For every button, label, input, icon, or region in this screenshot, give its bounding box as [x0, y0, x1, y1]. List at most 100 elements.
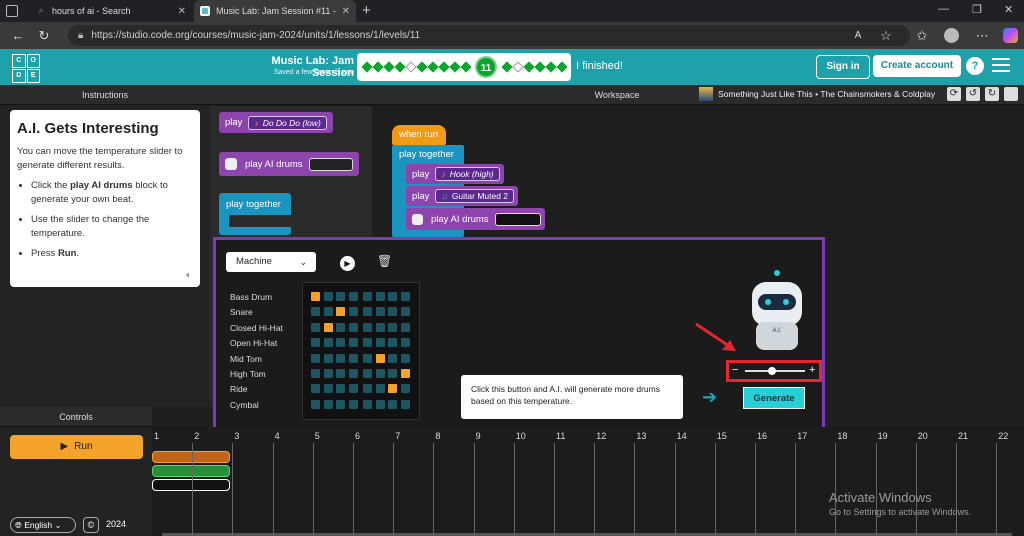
drum-step-cell[interactable]: [348, 307, 358, 317]
speaker-icon[interactable]: 🔈︎: [186, 270, 192, 281]
drum-step-cell[interactable]: [311, 353, 320, 363]
refresh-workspace-icon[interactable]: ⟳: [947, 87, 961, 101]
level-bubble[interactable]: [545, 61, 557, 73]
copilot-icon[interactable]: [1003, 28, 1018, 43]
drum-step-cell[interactable]: [336, 369, 345, 378]
drum-step-cell[interactable]: [363, 292, 372, 301]
drum-step-cell[interactable]: [311, 307, 320, 317]
drum-step-cell[interactable]: [323, 399, 333, 409]
drum-step-cell[interactable]: [375, 369, 385, 378]
sign-in-button[interactable]: Sign in: [816, 55, 870, 79]
drum-step-cell[interactable]: [388, 369, 397, 378]
read-aloud-icon[interactable]: A: [848, 26, 868, 46]
drum-step-cell[interactable]: [363, 307, 372, 317]
drum-step-cell[interactable]: [311, 369, 320, 378]
level-bubble[interactable]: [512, 61, 524, 73]
minimize-icon[interactable]: —: [938, 3, 949, 15]
drum-step-cell[interactable]: [400, 338, 410, 348]
drum-step-cell[interactable]: [363, 384, 372, 394]
drum-step-cell[interactable]: [388, 353, 397, 363]
drum-step-cell[interactable]: [375, 322, 385, 332]
when-run-block[interactable]: when run: [392, 125, 446, 145]
drum-step-cell[interactable]: [336, 399, 345, 409]
redo-icon[interactable]: ↻: [985, 87, 999, 101]
slider-thumb[interactable]: [768, 367, 776, 375]
drum-step-cell[interactable]: [348, 338, 358, 348]
close-tab-icon[interactable]: ✕: [178, 6, 186, 17]
drum-step-cell[interactable]: [400, 292, 410, 301]
drum-step-cell[interactable]: [336, 292, 345, 301]
drum-step-cell[interactable]: [311, 292, 320, 301]
drum-step-cell[interactable]: [348, 399, 358, 409]
drum-step-cell[interactable]: [336, 338, 345, 348]
restore-icon[interactable]: ❐: [972, 3, 982, 16]
level-bubble[interactable]: [416, 61, 428, 73]
play-ai-drums-block[interactable]: play AI drums: [406, 208, 545, 230]
drum-step-cell[interactable]: [348, 369, 358, 378]
temperature-slider[interactable]: [745, 367, 805, 375]
drum-step-cell[interactable]: [375, 307, 385, 317]
drum-step-cell[interactable]: [375, 292, 385, 301]
toolbox-play-block[interactable]: play ♪ Do Do Do (low): [219, 112, 333, 133]
drum-step-cell[interactable]: [311, 399, 320, 409]
language-select[interactable]: 🌐︎ English ⌄: [10, 517, 76, 533]
level-bubble[interactable]: [361, 61, 373, 73]
drum-step-cell[interactable]: [388, 399, 397, 409]
close-window-icon[interactable]: ✕: [1004, 3, 1013, 16]
level-bubble[interactable]: [449, 61, 461, 73]
drum-step-cell[interactable]: [348, 384, 358, 394]
drum-step-cell[interactable]: [375, 399, 385, 409]
level-bubble[interactable]: [427, 61, 439, 73]
drum-step-cell[interactable]: [388, 384, 397, 394]
level-bubble[interactable]: [438, 61, 450, 73]
plus-icon[interactable]: +: [809, 364, 815, 376]
tab-actions-icon[interactable]: [6, 5, 18, 17]
drum-step-cell[interactable]: [336, 384, 345, 394]
drum-step-cell[interactable]: [336, 322, 345, 332]
drum-step-cell[interactable]: [363, 399, 372, 409]
drum-pattern-field[interactable]: [494, 212, 541, 226]
drum-step-cell[interactable]: [323, 353, 333, 363]
song-title[interactable]: Something Just Like This • The Chainsmok…: [718, 89, 935, 99]
level-bubble[interactable]: [460, 61, 472, 73]
drum-step-cell[interactable]: [348, 292, 358, 301]
trash-icon[interactable]: 🗑︎: [377, 254, 392, 268]
drum-step-cell[interactable]: [400, 353, 410, 363]
copyright-icon[interactable]: ©: [83, 517, 99, 533]
level-bubble[interactable]: [523, 61, 535, 73]
level-bubble[interactable]: [383, 61, 395, 73]
drum-step-cell[interactable]: [400, 322, 410, 332]
new-tab-icon[interactable]: +: [362, 2, 371, 19]
drum-step-cell[interactable]: [311, 384, 320, 394]
drum-step-cell[interactable]: [336, 353, 345, 363]
favorite-star-icon[interactable]: ☆: [876, 26, 896, 46]
drum-step-cell[interactable]: [388, 338, 397, 348]
drum-step-cell[interactable]: [323, 369, 333, 378]
drum-step-cell[interactable]: [388, 292, 397, 301]
drum-step-cell[interactable]: [400, 399, 410, 409]
drum-step-cell[interactable]: [375, 384, 385, 394]
close-tab-icon[interactable]: ✕: [342, 6, 350, 17]
more-menu-icon[interactable]: ⋯: [972, 26, 992, 46]
sound-pill[interactable]: ♪ Do Do Do (low): [248, 115, 327, 130]
timeline[interactable]: [152, 427, 1024, 536]
drum-step-cell[interactable]: [323, 292, 333, 301]
drum-step-cell[interactable]: [400, 384, 410, 394]
drum-step-cell[interactable]: [323, 338, 333, 348]
favorites-icon[interactable]: ✩: [912, 26, 932, 46]
url-field[interactable]: 🔒︎ https://studio.code.org/courses/music…: [68, 25, 910, 46]
drum-step-cell[interactable]: [323, 322, 333, 332]
browser-tab-search[interactable]: ⌕ hours of ai - Search ✕: [30, 0, 192, 22]
minus-icon[interactable]: −: [732, 364, 738, 376]
timeline-clip-drums[interactable]: [152, 479, 230, 491]
play-guitar-block[interactable]: play ♫ Guitar Muted 2: [406, 186, 519, 206]
drum-step-cell[interactable]: [323, 307, 333, 317]
drum-step-cell[interactable]: [363, 338, 372, 348]
level-bubble[interactable]: [556, 61, 568, 73]
create-account-button[interactable]: Create account: [873, 55, 961, 77]
generate-button[interactable]: Generate: [743, 387, 805, 409]
refresh-icon[interactable]: ↻: [34, 26, 54, 46]
drum-step-cell[interactable]: [375, 353, 385, 363]
level-bubble[interactable]: [534, 61, 546, 73]
drum-step-cell[interactable]: [388, 307, 397, 317]
